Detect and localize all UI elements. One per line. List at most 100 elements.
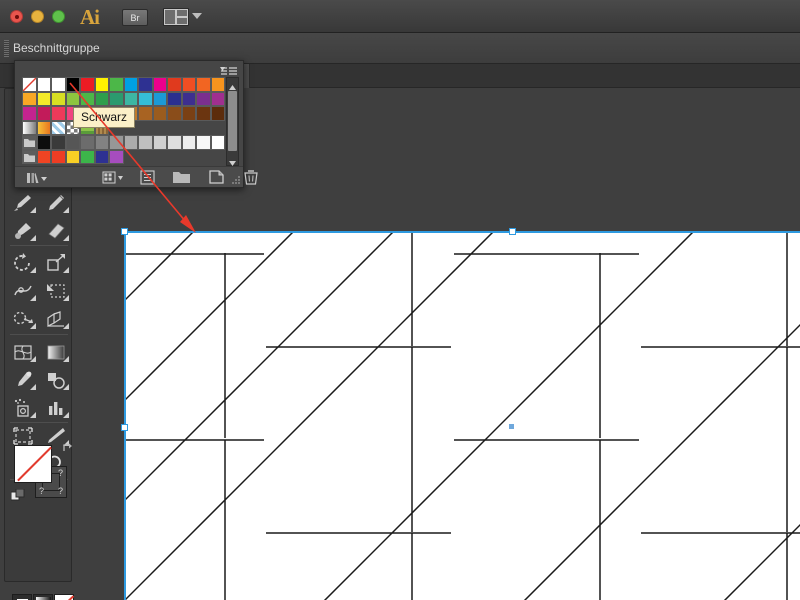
swatch-cell[interactable]	[80, 77, 95, 92]
swatch-cell[interactable]	[123, 77, 139, 92]
swatch-cell[interactable]	[210, 106, 225, 121]
blend-tool[interactable]	[39, 366, 72, 393]
swatch-cell[interactable]	[138, 135, 153, 150]
swatch-cell[interactable]	[138, 106, 153, 121]
swatches-scrollbar[interactable]	[226, 77, 239, 166]
swatch-cell[interactable]	[51, 135, 66, 150]
swatch-cell[interactable]	[210, 77, 226, 92]
swatch-cell[interactable]	[181, 91, 196, 106]
delete-swatch-icon[interactable]	[242, 170, 260, 190]
swatch-cell[interactable]	[167, 77, 182, 92]
none-mode-button[interactable]	[53, 594, 75, 600]
fill-color-box[interactable]	[14, 445, 52, 483]
swatch-cell[interactable]	[36, 120, 51, 135]
go-to-bridge-button[interactable]: Br	[122, 9, 148, 26]
swatch-cell[interactable]	[65, 149, 81, 164]
swatch-cell[interactable]	[94, 135, 110, 150]
panel-resize-grip[interactable]	[231, 175, 241, 185]
swatch-cell[interactable]	[181, 135, 197, 150]
swatch-cell[interactable]	[65, 77, 81, 92]
swatch-cell[interactable]	[22, 120, 37, 135]
swatch-cell[interactable]	[51, 77, 66, 92]
swatch-cell[interactable]	[22, 149, 37, 164]
swatch-cell[interactable]	[65, 135, 81, 150]
swatch-cell[interactable]	[51, 106, 66, 121]
rotate-tool[interactable]	[6, 249, 39, 276]
eraser-tool[interactable]	[39, 217, 72, 244]
swatch-libraries-icon[interactable]	[25, 170, 49, 190]
swatch-cell[interactable]	[138, 77, 153, 92]
minimize-button[interactable]	[31, 10, 44, 23]
swatch-cell[interactable]	[94, 77, 110, 92]
swatch-cell[interactable]	[22, 77, 37, 92]
swatch-cell[interactable]	[196, 77, 211, 92]
arrange-documents-button[interactable]	[163, 8, 189, 26]
eyedropper-tool[interactable]	[6, 366, 39, 393]
swatch-cell[interactable]	[152, 91, 167, 106]
selection-handle-top-middle[interactable]	[509, 228, 516, 235]
gradient-mode-button[interactable]	[33, 594, 53, 600]
swatch-cell[interactable]	[138, 91, 153, 106]
swatch-cell[interactable]	[22, 135, 37, 150]
column-graph-tool[interactable]	[39, 394, 72, 421]
mesh-tool[interactable]	[6, 338, 39, 365]
selection-handle-middle-left[interactable]	[121, 424, 128, 431]
artboard[interactable]	[124, 231, 800, 600]
swatch-cell[interactable]	[123, 135, 139, 150]
show-swatch-kinds-icon[interactable]	[101, 170, 125, 190]
swatch-cell[interactable]	[80, 135, 95, 150]
swatch-cell[interactable]	[22, 106, 37, 121]
swatch-cell[interactable]	[167, 91, 182, 106]
swatch-cell[interactable]	[196, 135, 211, 150]
width-tool[interactable]	[6, 277, 39, 304]
swatch-cell[interactable]	[51, 91, 66, 106]
swatch-cell[interactable]	[51, 120, 66, 135]
free-transform-tool[interactable]	[39, 277, 72, 304]
swatch-cell[interactable]	[36, 77, 52, 92]
swatch-cell[interactable]	[181, 77, 197, 92]
blob-brush-tool[interactable]	[6, 217, 39, 244]
swatch-cell[interactable]	[167, 135, 182, 150]
gradient-tool[interactable]	[39, 338, 72, 365]
swatch-cell[interactable]	[94, 149, 110, 164]
swatch-cell[interactable]	[109, 91, 124, 106]
selection-handle-top-left[interactable]	[121, 228, 128, 235]
swatch-cell[interactable]	[196, 91, 211, 106]
panel-menu-icon[interactable]	[220, 64, 238, 76]
default-fill-stroke-icon[interactable]	[10, 488, 26, 504]
swatch-cell[interactable]	[36, 91, 51, 106]
swatch-options-icon[interactable]	[139, 170, 157, 190]
pencil-tool[interactable]	[39, 189, 72, 216]
scroll-down-arrow-icon[interactable]	[228, 155, 237, 166]
swatch-cell[interactable]	[181, 106, 196, 121]
swatch-cell[interactable]	[22, 91, 37, 106]
chevron-down-icon[interactable]	[192, 13, 202, 19]
swatch-cell[interactable]	[210, 91, 225, 106]
new-color-group-icon[interactable]	[172, 170, 192, 190]
swatch-cell[interactable]	[80, 149, 95, 164]
swatch-cell[interactable]	[94, 91, 109, 106]
swatch-cell[interactable]	[152, 135, 168, 150]
swatches-scroll-thumb[interactable]	[228, 91, 237, 151]
swatch-cell[interactable]	[152, 106, 167, 121]
paintbrush-tool[interactable]	[6, 189, 39, 216]
swatch-cell[interactable]	[109, 149, 124, 164]
swatch-cell[interactable]	[109, 135, 124, 150]
control-bar-grip[interactable]	[4, 40, 9, 57]
swatch-cell[interactable]	[210, 135, 226, 150]
swatch-cell[interactable]	[167, 106, 182, 121]
swatch-cell[interactable]	[152, 77, 168, 92]
swatch-cell[interactable]	[109, 77, 124, 92]
swatch-cell[interactable]	[196, 106, 211, 121]
symbol-sprayer-tool[interactable]	[6, 394, 39, 421]
swatch-cell[interactable]	[36, 149, 52, 164]
swatch-cell[interactable]	[51, 149, 66, 164]
scale-tool[interactable]	[39, 249, 72, 276]
shape-builder-tool[interactable]	[6, 305, 39, 332]
swap-fill-stroke-icon[interactable]	[62, 441, 74, 453]
new-swatch-icon[interactable]	[208, 170, 226, 190]
swatch-cell[interactable]	[36, 106, 51, 121]
zoom-button[interactable]	[52, 10, 65, 23]
close-button[interactable]	[10, 10, 23, 23]
color-mode-button[interactable]	[12, 594, 32, 600]
